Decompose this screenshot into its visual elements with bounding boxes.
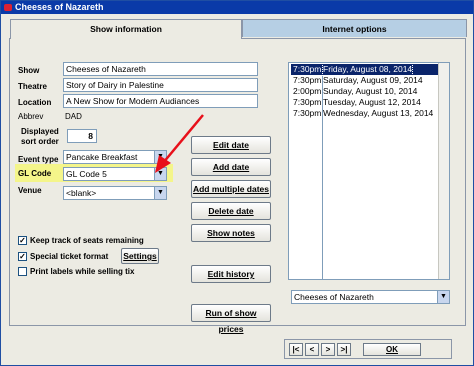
show-select[interactable]: Cheeses of Nazareth ▼ xyxy=(291,290,450,304)
show-label: Show xyxy=(18,66,40,75)
sort-order-label-2: sort order xyxy=(21,137,59,146)
special-ticket-label: Special ticket format xyxy=(30,252,109,261)
abbrev-value: DAD xyxy=(65,112,82,121)
list-scrollbar[interactable] xyxy=(438,63,449,279)
chevron-down-icon[interactable]: ▼ xyxy=(437,291,449,303)
record-navigation-bar: |< < > >| OK xyxy=(284,339,452,359)
gl-code-label: GL Code xyxy=(18,169,52,178)
tab-show-information[interactable]: Show information xyxy=(10,19,242,39)
keep-track-checkbox[interactable]: ✓ xyxy=(18,236,27,245)
add-date-button[interactable]: Add date xyxy=(191,158,271,176)
run-of-show-prices-button[interactable]: Run of show prices xyxy=(191,304,271,334)
abbrev-label: Abbrev xyxy=(18,112,44,121)
show-field[interactable]: Cheeses of Nazareth xyxy=(63,62,258,76)
ok-button[interactable]: OK xyxy=(363,343,421,356)
performance-date-list[interactable]: 7:30pm Friday, August 08, 2014 7:30pm Satu… xyxy=(288,62,450,280)
add-multiple-dates-button[interactable]: Add multiple dates xyxy=(191,180,271,198)
theatre-label: Theatre xyxy=(18,82,47,91)
venue-select[interactable]: <blank> ▼ xyxy=(63,186,167,200)
last-record-button[interactable]: >| xyxy=(337,343,351,356)
show-notes-button[interactable]: Show notes xyxy=(191,224,271,242)
special-ticket-checkbox[interactable]: ✓ xyxy=(18,252,27,261)
sort-order-label-1: Displayed xyxy=(21,127,59,136)
tab-strip: Show information Internet options xyxy=(1,19,474,39)
title-bar: Cheeses of Nazareth xyxy=(1,1,473,14)
list-item[interactable]: 7:30pm Friday, August 08, 2014 xyxy=(291,63,438,76)
print-labels-label: Print labels while selling tix xyxy=(30,267,135,276)
chevron-down-icon[interactable]: ▼ xyxy=(154,187,166,199)
next-record-button[interactable]: > xyxy=(321,343,335,356)
gl-code-value: GL Code 5 xyxy=(66,169,107,179)
window-title: Cheeses of Nazareth xyxy=(15,2,104,12)
show-select-value: Cheeses of Nazareth xyxy=(294,292,374,302)
venue-value: <blank> xyxy=(66,188,97,198)
previous-record-button[interactable]: < xyxy=(305,343,319,356)
edit-history-button[interactable]: Edit history xyxy=(191,265,271,283)
print-labels-checkbox[interactable] xyxy=(18,267,27,276)
first-record-button[interactable]: |< xyxy=(289,343,303,356)
location-label: Location xyxy=(18,98,52,107)
event-type-value: Pancake Breakfast xyxy=(66,152,138,162)
tab-internet-options[interactable]: Internet options xyxy=(242,19,467,37)
theatre-field[interactable]: Story of Dairy in Palestine xyxy=(63,78,258,92)
app-window: Cheeses of Nazareth Show information Int… xyxy=(0,0,474,366)
location-field[interactable]: A New Show for Modern Audiances xyxy=(63,94,258,108)
settings-button[interactable]: Settings xyxy=(121,248,159,264)
sort-order-field[interactable]: 8 xyxy=(67,129,97,143)
app-icon xyxy=(4,4,12,11)
keep-track-label: Keep track of seats remaining xyxy=(30,236,144,245)
venue-label: Venue xyxy=(18,186,42,195)
event-type-label: Event type xyxy=(18,155,59,164)
edit-date-button[interactable]: Edit date xyxy=(191,136,271,154)
delete-date-button[interactable]: Delete date xyxy=(191,202,271,220)
